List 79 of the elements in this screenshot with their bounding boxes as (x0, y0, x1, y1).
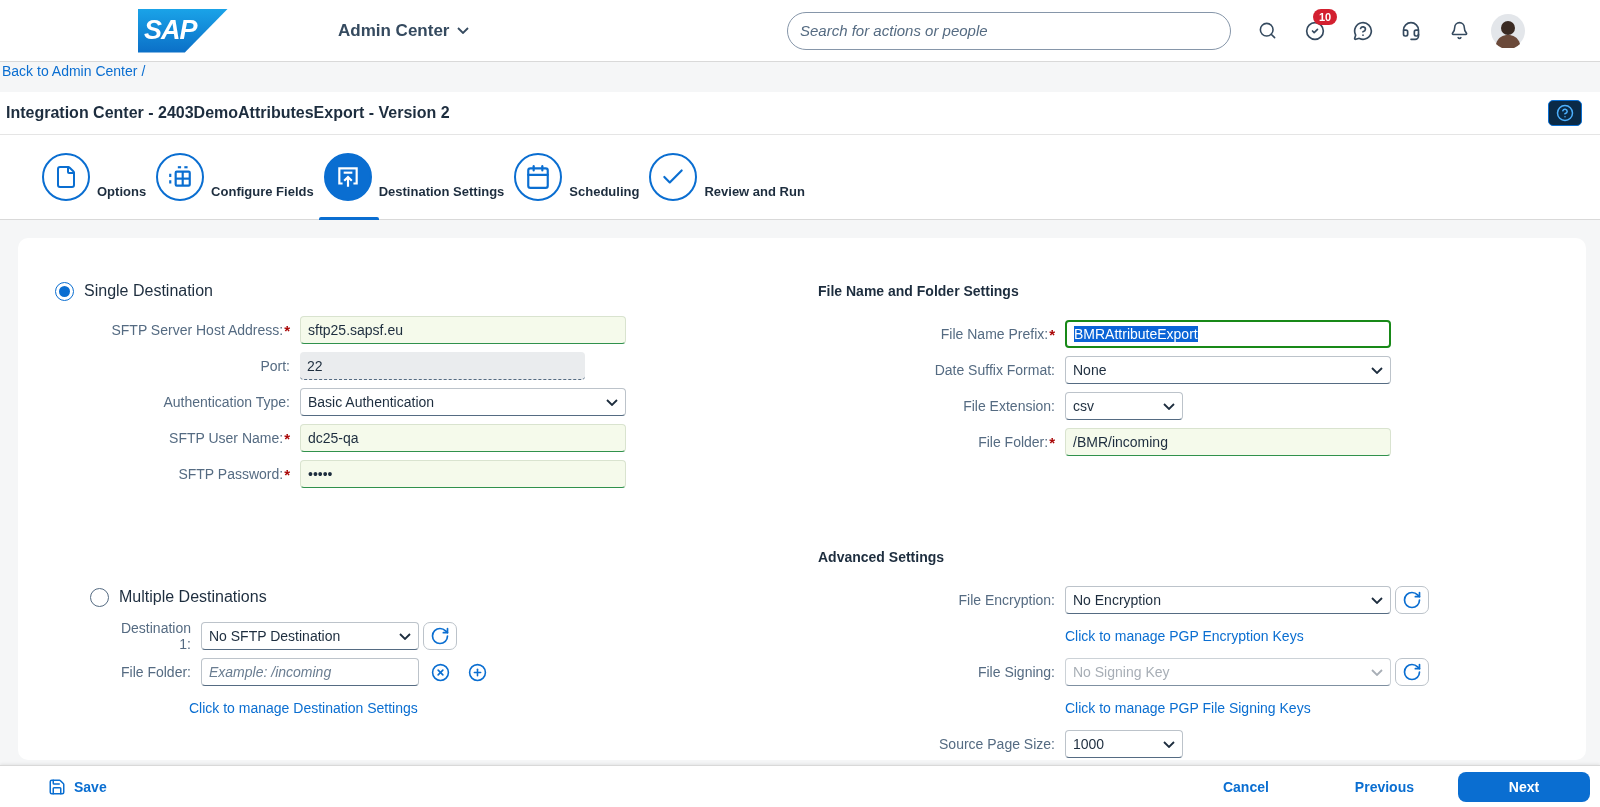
section-heading: Advanced Settings (818, 548, 946, 567)
text-button[interactable]: Cancel (1222, 771, 1269, 802)
field-label: Source Page Size: (939, 736, 1055, 752)
radio-label: Single Destination (84, 282, 213, 300)
text-field[interactable]: ••••• (300, 460, 626, 488)
dropdown[interactable]: csv (1065, 392, 1183, 420)
chevron-down-icon (399, 632, 411, 640)
save-button[interactable]: Save (46, 775, 109, 798)
dropdown[interactable]: None (1065, 356, 1391, 384)
dropdown[interactable]: 1000 (1065, 730, 1183, 758)
field-label: File Folder: (978, 434, 1049, 450)
tasks-button[interactable]: 10 (1291, 10, 1339, 51)
breadcrumb-link[interactable]: Back to Admin Center (2, 62, 138, 79)
text-field[interactable]: BMRAttributeExport (1065, 320, 1391, 348)
field-label: SFTP Server Host Address: (111, 322, 284, 338)
field-label: File Name Prefix: (940, 326, 1049, 342)
field-label: SFTP User Name: (169, 430, 284, 446)
field-label: Authentication Type: (163, 394, 290, 410)
field-label: File Signing: (977, 664, 1055, 680)
field-label: Port: (260, 358, 290, 374)
refresh-icon (1402, 590, 1422, 610)
refresh-icon (430, 626, 450, 646)
text-field[interactable]: Example: /incoming (201, 658, 419, 686)
help-icon (1556, 104, 1574, 122)
chat-icon (1353, 20, 1373, 41)
chevron-down-icon (1163, 740, 1175, 748)
manage-link[interactable]: Click to manage PGP Encryption Keys (1065, 628, 1586, 644)
text-field[interactable]: dc25-qa (300, 424, 626, 452)
count-badge: 10 (1313, 8, 1338, 25)
required-mark: * (284, 429, 290, 447)
check-circle-icon (1305, 20, 1325, 41)
required-mark: * (284, 465, 290, 483)
clear-button[interactable] (431, 662, 450, 682)
required-mark: * (1049, 433, 1055, 451)
primary-button[interactable]: Next (1458, 771, 1590, 802)
refresh-button[interactable] (1395, 586, 1429, 614)
headset-icon (1401, 20, 1421, 41)
radio-label: Multiple Destinations (119, 588, 267, 606)
search-icon (1257, 21, 1277, 40)
chevron-down-icon (1371, 596, 1383, 604)
add-button[interactable] (468, 662, 487, 682)
dropdown[interactable]: Basic Authentication (300, 388, 626, 416)
read-only-field: 22 (300, 352, 585, 380)
field-label: Date Suffix Format: (934, 362, 1055, 378)
field-label: File Encryption: (958, 592, 1055, 608)
required-mark: * (284, 321, 290, 339)
grid-icon (167, 164, 194, 190)
chevron-down-icon (457, 27, 470, 34)
clear-icon (431, 662, 450, 682)
calendar-icon (525, 164, 552, 190)
field-label: File Extension: (963, 398, 1055, 414)
app-menu[interactable]: Admin Center (338, 20, 470, 41)
document-icon (54, 165, 78, 189)
chevron-down-icon (606, 398, 618, 406)
refresh-icon (1402, 662, 1422, 682)
field-label: File Folder: (120, 664, 191, 680)
field-label: SFTP Password: (178, 466, 284, 482)
required-mark: * (1049, 325, 1055, 343)
text-field[interactable]: /BMR/incoming (1065, 428, 1391, 456)
text-field[interactable]: sftp25.sapsf.eu (300, 316, 626, 344)
help-button[interactable] (1548, 100, 1582, 126)
section-heading: File Name and Folder Settings (818, 282, 1020, 301)
search-field[interactable]: Search for actions or people (787, 11, 1231, 50)
plus-icon (468, 662, 487, 682)
text-button[interactable]: Previous (1354, 771, 1414, 802)
dropdown[interactable]: No Encryption (1065, 586, 1391, 614)
avatar[interactable] (1491, 13, 1525, 48)
manage-link[interactable]: Click to manage Destination Settings (189, 700, 808, 716)
chevron-down-icon (1371, 668, 1383, 676)
dropdown[interactable]: No SFTP Destination (201, 622, 419, 650)
field-label: Destination 1: (119, 620, 191, 652)
logo: SAP (138, 8, 228, 53)
page-title: Integration Center - 2403DemoAttributesExport - Version 2 (6, 104, 450, 122)
bell-icon (1449, 21, 1469, 40)
refresh-button[interactable] (423, 622, 457, 650)
breadcrumb-separator: / (141, 62, 146, 79)
chevron-down-icon (1371, 366, 1383, 374)
save-icon (48, 777, 66, 796)
chevron-down-icon (1163, 402, 1175, 410)
